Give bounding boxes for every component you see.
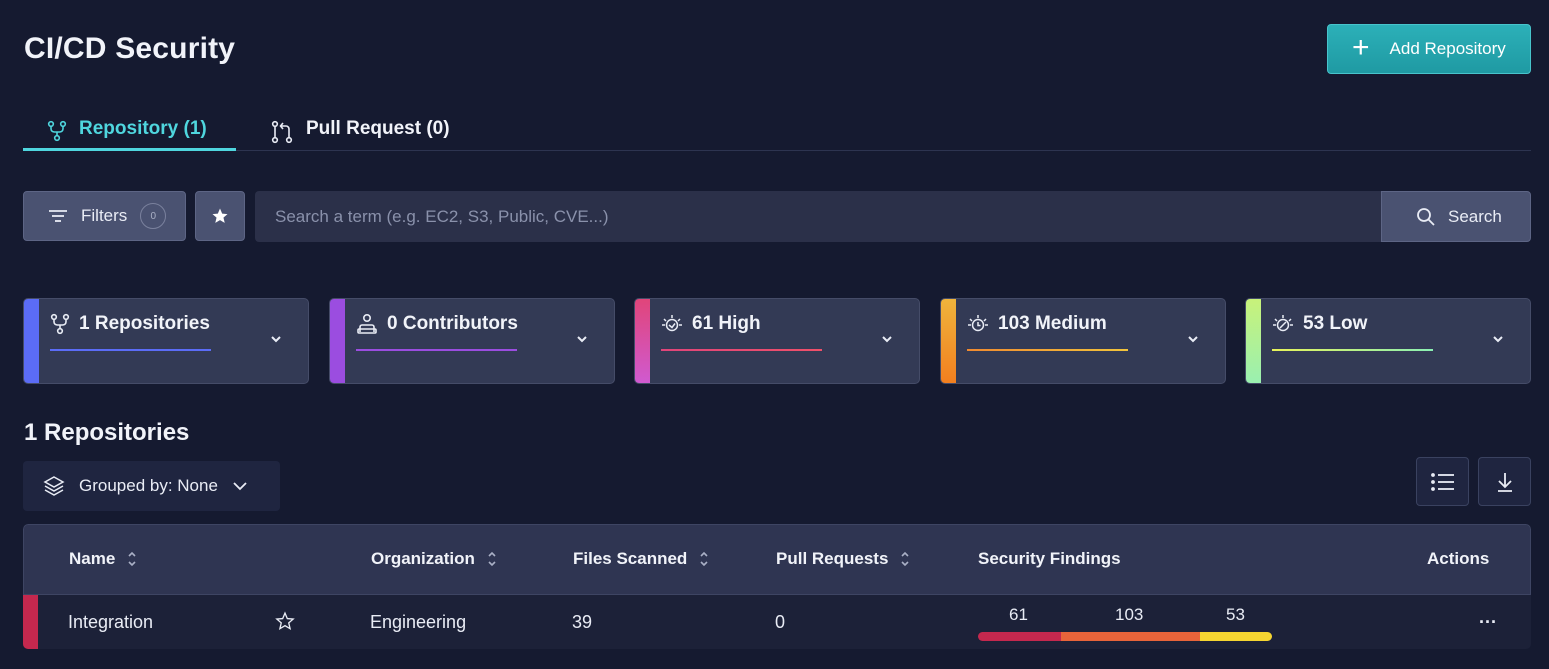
tab-repository-label: Repository (1) [79,118,207,139]
card-underline [967,349,1128,351]
bug-icon [662,315,682,332]
page-title: CI/CD Security [24,32,236,65]
list-view-button[interactable] [1416,457,1469,506]
tab-repository[interactable]: Repository (1) [23,118,236,151]
table-row[interactable]: Integration Engineering 39 0 61 103 53 .… [23,595,1531,649]
stat-label: 61 High [692,313,761,334]
findings-low-bar [1200,632,1272,641]
card-accent [24,299,39,383]
findings-high-count: 61 [1009,605,1028,624]
stat-label: 0 Contributors [387,313,518,334]
chevron-down-icon [577,336,587,343]
tab-pull-request-label: Pull Request (0) [306,118,450,139]
card-underline [661,349,822,351]
card-accent [941,299,956,383]
findings-high-bar [978,632,1061,641]
bug-icon [968,315,988,332]
search-button-label: Search [1448,206,1502,226]
download-button[interactable] [1478,457,1531,506]
pull-request-icon [271,120,293,144]
stat-card-high[interactable]: 61 High [634,298,920,384]
repo-pull-requests: 0 [775,612,786,632]
filters-button[interactable]: Filters 0 [23,191,186,241]
card-accent [635,299,650,383]
stat-card-repositories[interactable]: 1 Repositories [23,298,309,384]
sort-icon [128,551,136,567]
star-outline-icon[interactable] [275,611,295,631]
chevron-down-icon [1188,336,1198,343]
sort-icon [700,551,708,567]
stat-label: 53 Low [1303,313,1368,334]
row-actions-menu[interactable]: ... [1479,607,1497,628]
chevron-down-icon [233,482,247,491]
card-underline [50,349,211,351]
repo-name[interactable]: Integration [68,612,153,633]
chevron-down-icon [271,336,281,343]
add-repository-button[interactable]: + Add Repository [1327,24,1531,74]
filters-count-badge: 0 [140,203,167,229]
column-header-actions: Actions [1427,549,1490,568]
group-by-label: Grouped by: None [79,476,218,495]
search-input[interactable] [255,191,1382,242]
filters-label: Filters [81,206,128,225]
stat-card-low[interactable]: 53 Low [1245,298,1531,384]
sort-icon [488,551,496,567]
column-header-pull-requests[interactable]: Pull Requests [776,549,910,569]
card-underline [356,349,517,351]
severity-indicator [23,595,38,649]
search-icon [1417,207,1435,226]
stat-card-contributors[interactable]: 0 Contributors [329,298,615,384]
sort-icon [901,551,909,567]
column-header-files-scanned[interactable]: Files Scanned [573,549,709,569]
search-button[interactable]: Search [1381,191,1531,242]
findings-medium-count: 103 [1115,605,1144,624]
chevron-down-icon [882,336,892,343]
fork-icon [50,313,70,335]
filter-icon [49,210,67,222]
stat-label: 1 Repositories [79,313,210,334]
column-header-name[interactable]: Name [69,549,137,569]
repo-organization: Engineering [370,612,467,632]
stat-label: 103 Medium [998,313,1107,334]
bug-icon [1273,315,1293,332]
repositories-table: Name Organization Files Scanned Pull Req… [23,524,1531,649]
column-header-security-findings: Security Findings [978,549,1121,568]
contributor-icon [357,313,377,334]
tabs-divider [23,150,1531,151]
tab-pull-request[interactable]: Pull Request (0) [270,118,450,151]
card-accent [1246,299,1261,383]
table-header: Name Organization Files Scanned Pull Req… [23,524,1531,595]
download-icon [1497,472,1512,492]
add-repository-label: Add Repository [1389,39,1506,58]
section-title: 1 Repositories [24,419,190,446]
findings-low-count: 53 [1226,605,1245,624]
findings-medium-bar [1061,632,1200,641]
card-underline [1272,349,1433,351]
card-accent [330,299,345,383]
fork-icon [47,120,67,142]
list-icon [1430,472,1454,491]
chevron-down-icon [1493,336,1503,343]
stat-card-medium[interactable]: 103 Medium [940,298,1226,384]
layers-icon [43,476,65,496]
plus-icon: + [1352,30,1370,64]
star-icon [212,208,228,223]
group-by-dropdown[interactable]: Grouped by: None [23,461,280,511]
repo-files-scanned: 39 [572,612,593,632]
favorites-button[interactable] [195,191,245,241]
column-header-organization[interactable]: Organization [371,549,497,569]
